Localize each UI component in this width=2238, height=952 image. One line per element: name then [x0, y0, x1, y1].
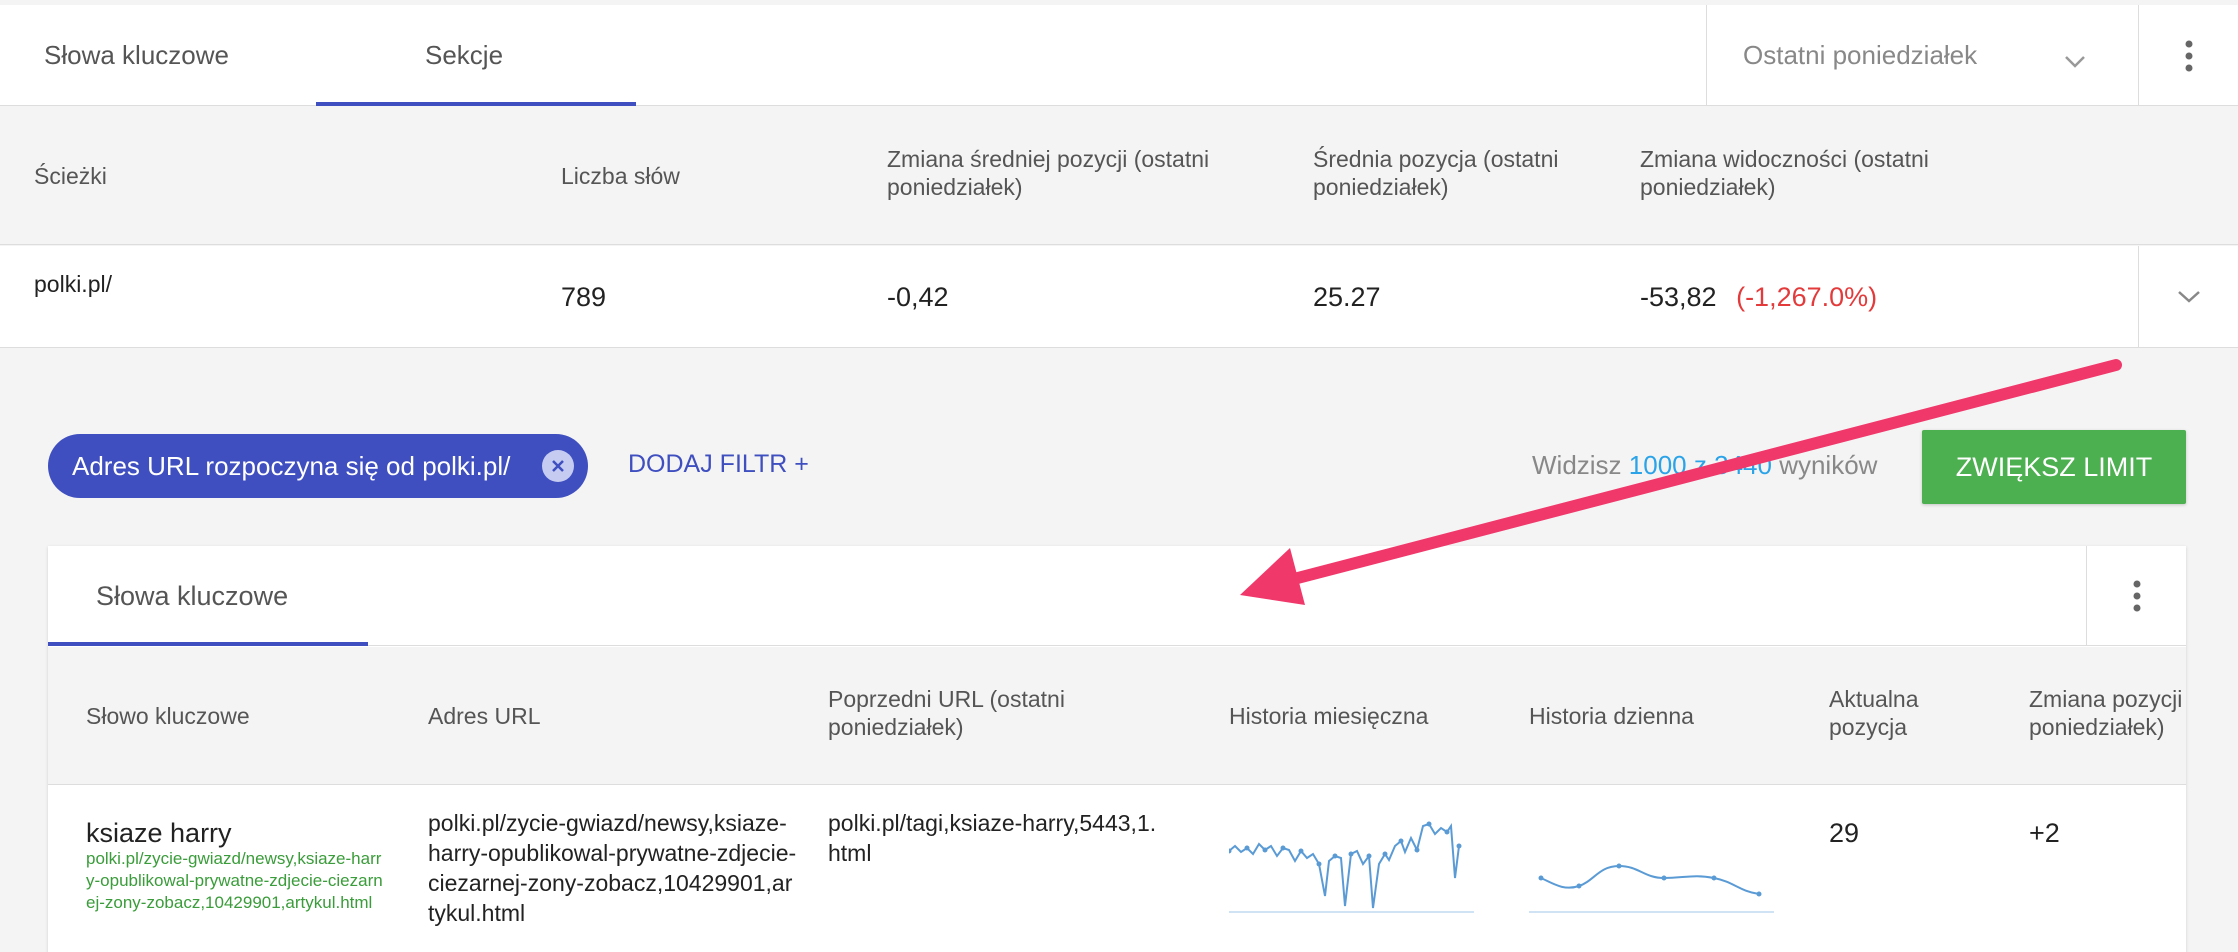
url-filter-chip[interactable]: Adres URL rozpoczyna się od polki.pl/ [48, 434, 588, 498]
results-shown: 1000 [1628, 450, 1687, 480]
header-prev-url[interactable]: Poprzedni URL (ostatni poniedziałek) [828, 685, 1128, 741]
keyword-text[interactable]: ksiaze harry [86, 818, 386, 848]
visibility-change-cell: -53,82 (-1,267.0%) [1640, 282, 1877, 313]
position-change-cell: +2 [2029, 818, 2060, 848]
sections-table-row[interactable]: polki.pl/ 789 -0,42 25.27 -53,82 (-1,267… [0, 246, 2238, 348]
active-tab-indicator [316, 102, 636, 106]
visibility-change-value: -53,82 [1640, 282, 1717, 312]
avg-position-cell: 25.27 [1313, 282, 1381, 312]
avg-position-change-cell: -0,42 [887, 282, 949, 312]
header-avg-position[interactable]: Średnia pozycja (ostatni poniedziałek) [1313, 145, 1623, 201]
keywords-card-tab-bar: Słowa kluczowe [48, 546, 2186, 646]
header-paths[interactable]: Ścieżki [34, 162, 107, 190]
daily-history-sparkline [1529, 863, 1774, 913]
filter-chip-label: Adres URL rozpoczyna się od polki.pl/ [72, 450, 511, 481]
top-tab-bar: Słowa kluczowe Sekcje Ostatni poniedział… [0, 5, 2238, 106]
remove-filter-icon[interactable] [542, 450, 574, 482]
results-suffix: wyników [1779, 450, 1878, 480]
header-daily-history[interactable]: Historia dzienna [1529, 702, 1694, 730]
prev-url-cell[interactable]: polki.pl/tagi,ksiaze-harry,5443,1.html [828, 808, 1168, 868]
add-filter-button[interactable]: DODAJ FILTR + [628, 450, 809, 479]
keywords-table-header: Słowo kluczowe Adres URL Poprzedni URL (… [48, 647, 2186, 785]
visibility-change-percent: (-1,267.0%) [1736, 282, 1878, 312]
word-count-cell: 789 [561, 282, 607, 312]
plus-icon: + [794, 450, 809, 478]
tab-card-keywords[interactable]: Słowa kluczowe [96, 546, 288, 646]
tab-sections[interactable]: Sekcje [425, 5, 503, 106]
header-avg-position-change[interactable]: Zmiana średniej pozycji (ostatni poniedz… [887, 145, 1277, 201]
chevron-down-icon [2064, 45, 2086, 76]
results-total: 3440 [1714, 450, 1772, 480]
url-cell[interactable]: polki.pl/zycie-gwiazd/newsy,ksiaze-harry… [428, 808, 798, 928]
sections-table-header: Ścieżki Liczba słów Zmiana średniej pozy… [0, 107, 2238, 245]
keyword-row[interactable]: ksiaze harry polki.pl/zycie-gwiazd/newsy… [48, 786, 2186, 952]
date-range-label: Ostatni poniedziałek [1743, 40, 1978, 70]
header-position-change[interactable]: Zmiana pozycji (ostatni poniedziałek) [2029, 685, 2186, 741]
header-url[interactable]: Adres URL [428, 702, 540, 730]
header-word-count[interactable]: Liczba słów [561, 162, 680, 190]
path-cell: polki.pl/ [34, 271, 112, 297]
header-keyword[interactable]: Słowo kluczowe [86, 702, 250, 730]
date-range-select[interactable]: Ostatni poniedziałek [1706, 5, 2138, 106]
add-filter-label: DODAJ FILTR [628, 450, 788, 478]
card-active-tab-indicator [48, 642, 368, 646]
expand-row-chevron-icon[interactable] [2138, 246, 2238, 348]
current-position-cell: 29 [1829, 818, 1860, 848]
header-current-position[interactable]: Aktualna pozycja [1829, 685, 1969, 741]
monthly-history-sparkline [1229, 821, 1474, 913]
results-separator: z [1693, 450, 1707, 480]
results-count: Widzisz 1000 z 3440 wyników [1532, 450, 1877, 481]
results-prefix: Widzisz [1532, 450, 1622, 480]
header-monthly-history[interactable]: Historia miesięczna [1229, 702, 1428, 730]
more-options-icon[interactable] [2138, 5, 2238, 106]
keyword-cell: ksiaze harry polki.pl/zycie-gwiazd/newsy… [86, 818, 386, 914]
tab-keywords[interactable]: Słowa kluczowe [44, 5, 229, 106]
card-more-options-icon[interactable] [2086, 546, 2186, 646]
header-visibility-change[interactable]: Zmiana widoczności (ostatni poniedziałek… [1640, 145, 2000, 201]
keyword-url-link[interactable]: polki.pl/zycie-gwiazd/newsy,ksiaze-harry… [86, 848, 386, 914]
keywords-card: Słowa kluczowe Słowo kluczowe Adres URL … [48, 546, 2186, 952]
increase-limit-button[interactable]: ZWIĘKSZ LIMIT [1922, 430, 2186, 504]
